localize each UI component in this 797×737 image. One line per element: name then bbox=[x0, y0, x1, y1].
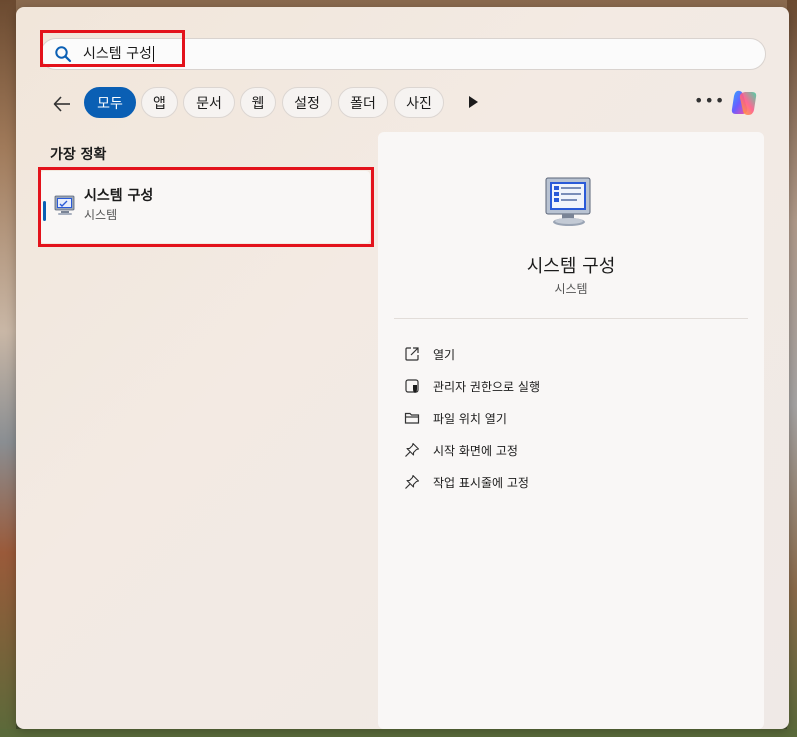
folder-icon bbox=[404, 412, 420, 424]
action-pin-to-start[interactable]: 시작 화면에 고정 bbox=[404, 439, 734, 461]
action-run-as-admin[interactable]: 관리자 권한으로 실행 bbox=[404, 375, 734, 397]
tab-apps[interactable]: 앱 bbox=[141, 87, 178, 118]
wallpaper-left bbox=[0, 0, 16, 737]
detail-pane: 시스템 구성 시스템 열기 관리자 권한으로 실행 파일 위치 열기 시작 화면… bbox=[378, 132, 764, 729]
action-open[interactable]: 열기 bbox=[404, 343, 734, 365]
system-configuration-icon bbox=[545, 177, 591, 226]
tab-photos[interactable]: 사진 bbox=[394, 87, 444, 118]
action-open-file-location-label: 파일 위치 열기 bbox=[433, 411, 507, 426]
tab-settings[interactable]: 설정 bbox=[282, 87, 332, 118]
open-external-icon bbox=[405, 347, 419, 361]
detail-title: 시스템 구성 bbox=[526, 256, 616, 277]
tab-web[interactable]: 웹 bbox=[240, 87, 276, 118]
copilot-icon[interactable] bbox=[728, 88, 760, 118]
action-run-as-admin-label: 관리자 권한으로 실행 bbox=[433, 379, 540, 394]
action-pin-to-taskbar[interactable]: 작업 표시줄에 고정 bbox=[404, 471, 734, 493]
pin-icon bbox=[405, 442, 420, 457]
action-open-file-location[interactable]: 파일 위치 열기 bbox=[404, 407, 734, 429]
tab-all[interactable]: 모두 bbox=[84, 87, 136, 118]
wallpaper-bottom bbox=[0, 729, 797, 737]
detail-divider bbox=[394, 318, 748, 319]
tab-folders[interactable]: 폴더 bbox=[338, 87, 388, 118]
detail-subtitle: 시스템 bbox=[554, 282, 588, 296]
action-pin-to-start-label: 시작 화면에 고정 bbox=[433, 443, 518, 458]
action-open-label: 열기 bbox=[433, 347, 456, 362]
shield-icon bbox=[405, 379, 419, 393]
more-icon[interactable]: ••• bbox=[694, 91, 725, 110]
action-pin-to-taskbar-label: 작업 표시줄에 고정 bbox=[433, 475, 529, 490]
pin-icon bbox=[405, 474, 420, 489]
tab-documents[interactable]: 문서 bbox=[183, 87, 235, 118]
play-icon[interactable] bbox=[465, 94, 481, 110]
section-title-best-match: 가장 정확 bbox=[50, 147, 107, 163]
result-highlight-box bbox=[38, 167, 374, 247]
start-search-panel: 시스템 구성 모두 앱 문서 웹 설정 폴더 사진 ••• 가장 정확 시스템 … bbox=[16, 7, 789, 729]
back-arrow-icon[interactable] bbox=[52, 94, 72, 114]
search-highlight-box bbox=[40, 30, 185, 67]
